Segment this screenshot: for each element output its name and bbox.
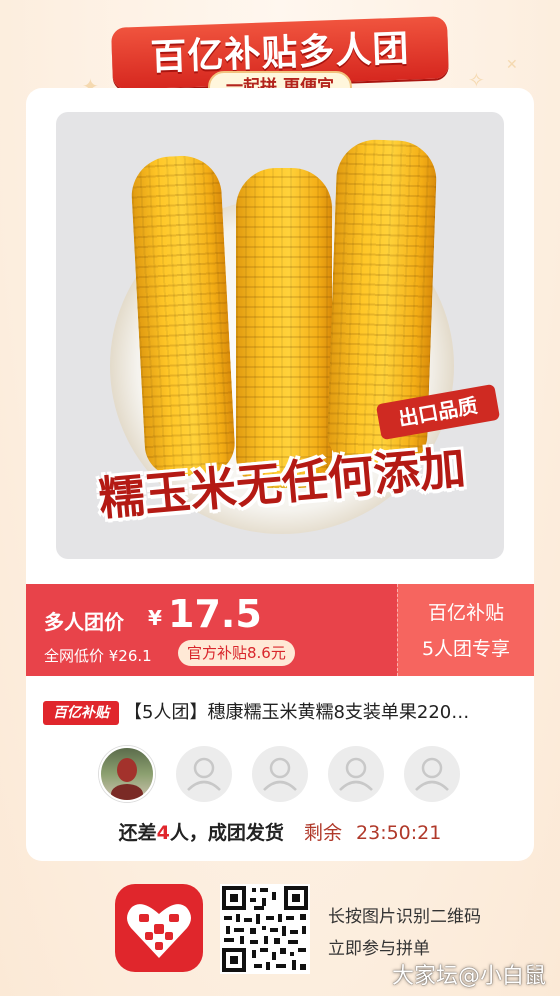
- missing-suffix: 人，成团发货: [169, 822, 284, 844]
- user-placeholder-icon: [339, 757, 373, 791]
- user-placeholder-icon: [263, 757, 297, 791]
- avatar-placeholder: [176, 746, 232, 802]
- watermark: 大家坛@小白鼠: [391, 964, 546, 989]
- sparkle-icon: ✕: [506, 57, 518, 73]
- price-bar: 多人团价 ¥ 17.5 全网低价 ¥26.1 官方补贴8.6元 百亿补贴 5人团…: [26, 584, 534, 676]
- footer-cta: 立即参与拼单: [328, 939, 430, 959]
- footer-instruction: 长按图片识别二维码: [328, 907, 481, 927]
- product-title[interactable]: 【5人团】穗康糯玉米黄糯8支装单果220…: [124, 700, 522, 726]
- avatar-placeholder: [404, 746, 460, 802]
- heart-bag-icon: [127, 904, 191, 958]
- product-image[interactable]: 出口品质 糯玉米无任何添加: [56, 112, 504, 559]
- corn-cob: [129, 153, 237, 479]
- price-bar-side-panel: 百亿补贴 5人团专享: [397, 584, 534, 676]
- avatar-placeholder: [252, 746, 308, 802]
- missing-prefix: 还差: [118, 822, 157, 844]
- side-panel-title: 百亿补贴: [427, 602, 504, 624]
- pinduoduo-icon: [115, 884, 203, 972]
- side-panel-subtitle: 5人团专享: [421, 638, 511, 660]
- sparkle-icon: ✧: [468, 68, 485, 92]
- corn-cob: [236, 168, 332, 488]
- countdown-timer: 23:50:21: [356, 822, 442, 844]
- remaining-label: 剩余: [303, 822, 342, 844]
- user-photo-icon: [111, 758, 143, 800]
- group-price-value: 17.5: [168, 592, 262, 636]
- market-low-price: 全网低价 ¥26.1: [44, 647, 152, 665]
- subsidy-logo-badge: 百亿补贴: [43, 701, 119, 725]
- avatar-placeholder: [328, 746, 384, 802]
- avatar[interactable]: [99, 746, 155, 802]
- subsidy-badge: 官方补贴8.6元: [178, 640, 295, 666]
- user-placeholder-icon: [187, 757, 221, 791]
- user-placeholder-icon: [415, 757, 449, 791]
- qr-code-icon: [220, 884, 310, 974]
- group-price-label: 多人团价: [44, 610, 124, 634]
- group-status: 还差4人，成团发货 剩余 23:50:21: [0, 818, 560, 845]
- missing-count: 4: [156, 822, 170, 844]
- qr-code[interactable]: [220, 884, 310, 974]
- currency-symbol: ¥: [148, 606, 162, 630]
